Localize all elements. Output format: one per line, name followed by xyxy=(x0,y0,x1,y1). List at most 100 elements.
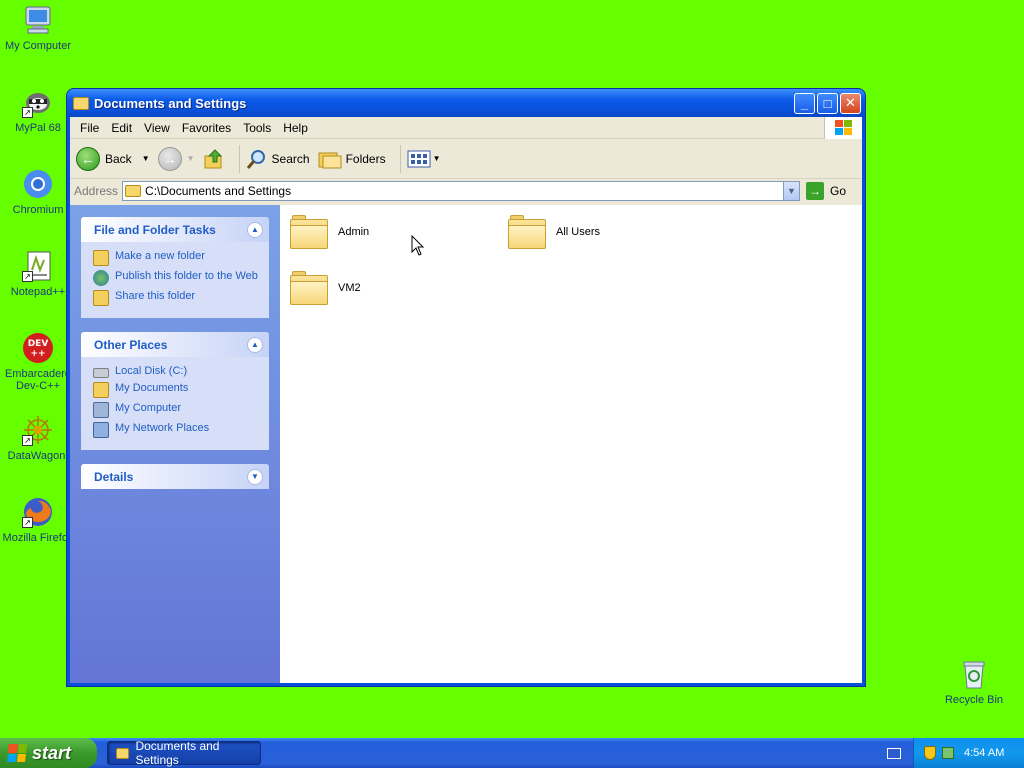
folder-icon xyxy=(508,215,546,249)
panel-header[interactable]: Details ▼ xyxy=(81,464,269,489)
notepadpp-icon: ↗ xyxy=(22,250,54,282)
folder-icon xyxy=(116,747,130,759)
forward-dropdown-icon[interactable]: ▼ xyxy=(187,154,195,163)
my-computer-icon xyxy=(93,402,109,418)
window-title: Documents and Settings xyxy=(94,95,247,111)
make-new-folder-link[interactable]: Make a new folder xyxy=(93,250,259,266)
publish-to-web-link[interactable]: Publish this folder to the Web xyxy=(93,270,259,286)
link-label: Publish this folder to the Web xyxy=(115,270,258,282)
address-dropdown-icon[interactable]: ▼ xyxy=(782,182,799,200)
file-folder-tasks-panel: File and Folder Tasks ▲ Make a new folde… xyxy=(81,217,269,318)
panel-title: Other Places xyxy=(94,337,168,352)
back-dropdown-icon[interactable]: ▼ xyxy=(142,154,150,163)
disk-drive-icon xyxy=(93,368,109,378)
folder-icon xyxy=(125,185,142,197)
up-folder-icon xyxy=(204,148,222,168)
folder-label: Admin xyxy=(338,226,370,238)
toolbar-separator xyxy=(399,144,401,173)
recycle-bin-icon xyxy=(958,658,990,690)
local-disk-link[interactable]: Local Disk (C:) xyxy=(93,365,259,378)
link-label: My Computer xyxy=(115,402,182,414)
address-value: C:\Documents and Settings xyxy=(145,184,292,198)
forward-arrow-icon: → xyxy=(157,146,182,171)
desktop-icon-label: My Computer xyxy=(4,40,72,52)
security-shield-icon[interactable] xyxy=(924,746,936,760)
my-network-places-link[interactable]: My Network Places xyxy=(93,422,259,438)
task-pane: File and Folder Tasks ▲ Make a new folde… xyxy=(70,205,280,683)
shortcut-arrow-icon: ↗ xyxy=(22,271,33,282)
panel-header[interactable]: File and Folder Tasks ▲ xyxy=(81,217,269,242)
folder-label: VM2 xyxy=(338,282,361,294)
desktop-icon-my-computer[interactable]: My Computer xyxy=(0,4,78,52)
up-button[interactable] xyxy=(203,148,225,170)
desktop-icon-recycle-bin[interactable]: Recycle Bin xyxy=(934,658,1014,706)
system-tray: 4:54 AM xyxy=(913,738,1024,768)
my-computer-link[interactable]: My Computer xyxy=(93,402,259,418)
publish-web-icon xyxy=(93,270,109,286)
desktop-icon-label: Recycle Bin xyxy=(944,694,1004,706)
collapse-chevron-icon[interactable]: ▲ xyxy=(247,221,263,238)
folder-icon xyxy=(290,215,328,249)
windows-flag-icon xyxy=(7,744,27,762)
search-button[interactable]: Search xyxy=(246,148,310,170)
views-button[interactable]: ▼ xyxy=(407,149,441,169)
maximize-button[interactable]: □ xyxy=(817,92,838,114)
collapse-chevron-icon[interactable]: ▲ xyxy=(247,336,263,353)
back-arrow-icon: ← xyxy=(76,146,100,171)
folder-icon xyxy=(73,96,89,110)
shortcut-arrow-icon: ↗ xyxy=(22,435,33,446)
my-documents-link[interactable]: My Documents xyxy=(93,382,259,398)
menu-edit[interactable]: Edit xyxy=(105,121,138,135)
go-button[interactable]: → Go xyxy=(800,182,862,200)
menu-help[interactable]: Help xyxy=(277,121,314,135)
toolbar: ← Back ▼ → ▼ Search Folders ▼ xyxy=(70,139,862,179)
link-label: Local Disk (C:) xyxy=(115,365,188,377)
file-list: Admin All Users VM2 xyxy=(280,205,862,683)
link-label: Make a new folder xyxy=(115,250,205,262)
network-places-icon xyxy=(93,422,109,438)
share-folder-link[interactable]: Share this folder xyxy=(93,290,259,306)
start-button[interactable]: start xyxy=(0,738,97,768)
new-folder-icon xyxy=(93,250,109,266)
folder-item-admin[interactable]: Admin xyxy=(290,215,369,249)
menu-tools[interactable]: Tools xyxy=(237,121,277,135)
back-label: Back xyxy=(105,151,132,166)
shortcut-arrow-icon: ↗ xyxy=(22,517,33,528)
link-label: My Documents xyxy=(115,382,189,394)
folder-item-all-users[interactable]: All Users xyxy=(508,215,600,249)
svg-text:++: ++ xyxy=(30,349,45,359)
firefox-icon: ↗ xyxy=(22,496,54,528)
address-bar: Address C:\Documents and Settings ▼ → Go xyxy=(70,179,862,203)
forward-button[interactable]: → ▼ xyxy=(157,146,195,171)
menu-file[interactable]: File xyxy=(74,121,105,135)
clock[interactable]: 4:54 AM xyxy=(964,747,1004,759)
menu-bar: File Edit View Favorites Tools Help xyxy=(70,117,862,139)
menu-favorites[interactable]: Favorites xyxy=(176,121,237,135)
menu-view[interactable]: View xyxy=(138,121,176,135)
mypal-icon: ↗ xyxy=(22,86,54,118)
windows-logo-icon xyxy=(824,117,862,139)
window-body: File Edit View Favorites Tools Help ← Ba… xyxy=(70,117,862,683)
keyboard-icon[interactable] xyxy=(887,747,901,759)
explorer-window: Documents and Settings _ □ ✕ File Edit V… xyxy=(66,88,866,687)
svg-text:DEV: DEV xyxy=(28,339,49,349)
taskbar-button-documents-and-settings[interactable]: Documents and Settings xyxy=(107,739,261,767)
network-icon[interactable] xyxy=(942,747,954,759)
folders-icon xyxy=(318,152,342,168)
folders-label: Folders xyxy=(345,151,386,166)
toolbar-separator xyxy=(238,144,240,173)
other-places-panel: Other Places ▲ Local Disk (C:) My Docume… xyxy=(81,332,269,450)
folder-item-vm2[interactable]: VM2 xyxy=(290,271,361,305)
back-button[interactable]: ← Back ▼ xyxy=(76,146,150,171)
expand-chevron-icon[interactable]: ▼ xyxy=(247,468,263,485)
address-input[interactable]: C:\Documents and Settings ▼ xyxy=(122,181,800,201)
title-bar[interactable]: Documents and Settings _ □ ✕ xyxy=(67,89,865,117)
minimize-button[interactable]: _ xyxy=(794,92,815,114)
link-label: Share this folder xyxy=(115,290,196,302)
panel-header[interactable]: Other Places ▲ xyxy=(81,332,269,357)
taskbar-button-label: Documents and Settings xyxy=(135,739,220,767)
shortcut-arrow-icon: ↗ xyxy=(22,107,33,118)
folders-button[interactable]: Folders xyxy=(318,149,386,169)
link-label: My Network Places xyxy=(115,422,210,434)
close-button[interactable]: ✕ xyxy=(840,92,861,114)
